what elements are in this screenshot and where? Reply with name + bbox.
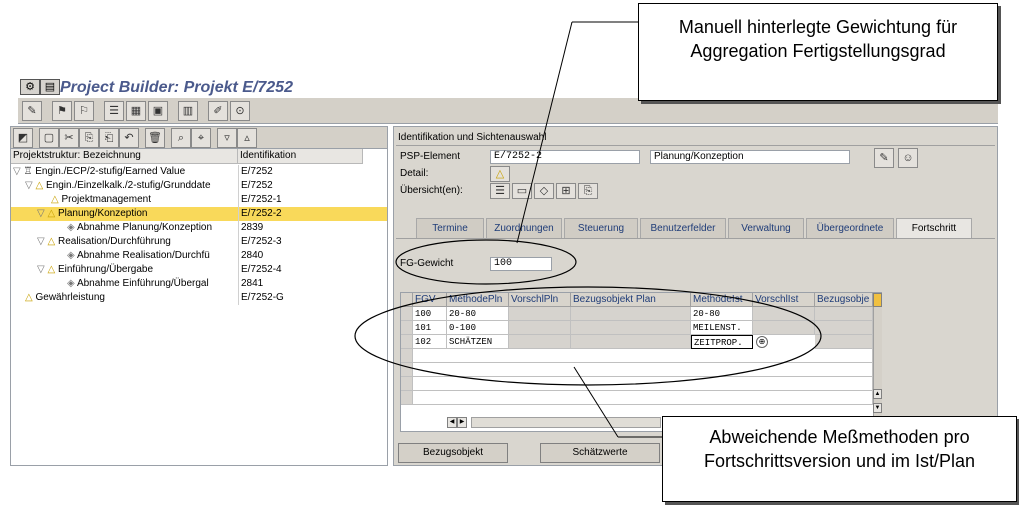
callout-bottom-pointer (573, 366, 619, 438)
callout-measurement-methods: Abweichende Meßmethoden pro Fortschritts… (662, 416, 1017, 502)
fg-weight-highlight (395, 239, 577, 285)
callout-top-pointer (516, 21, 573, 244)
callout-fg-weight: Manuell hinterlegte Gewichtung für Aggre… (638, 3, 998, 101)
table-highlight (354, 286, 822, 386)
